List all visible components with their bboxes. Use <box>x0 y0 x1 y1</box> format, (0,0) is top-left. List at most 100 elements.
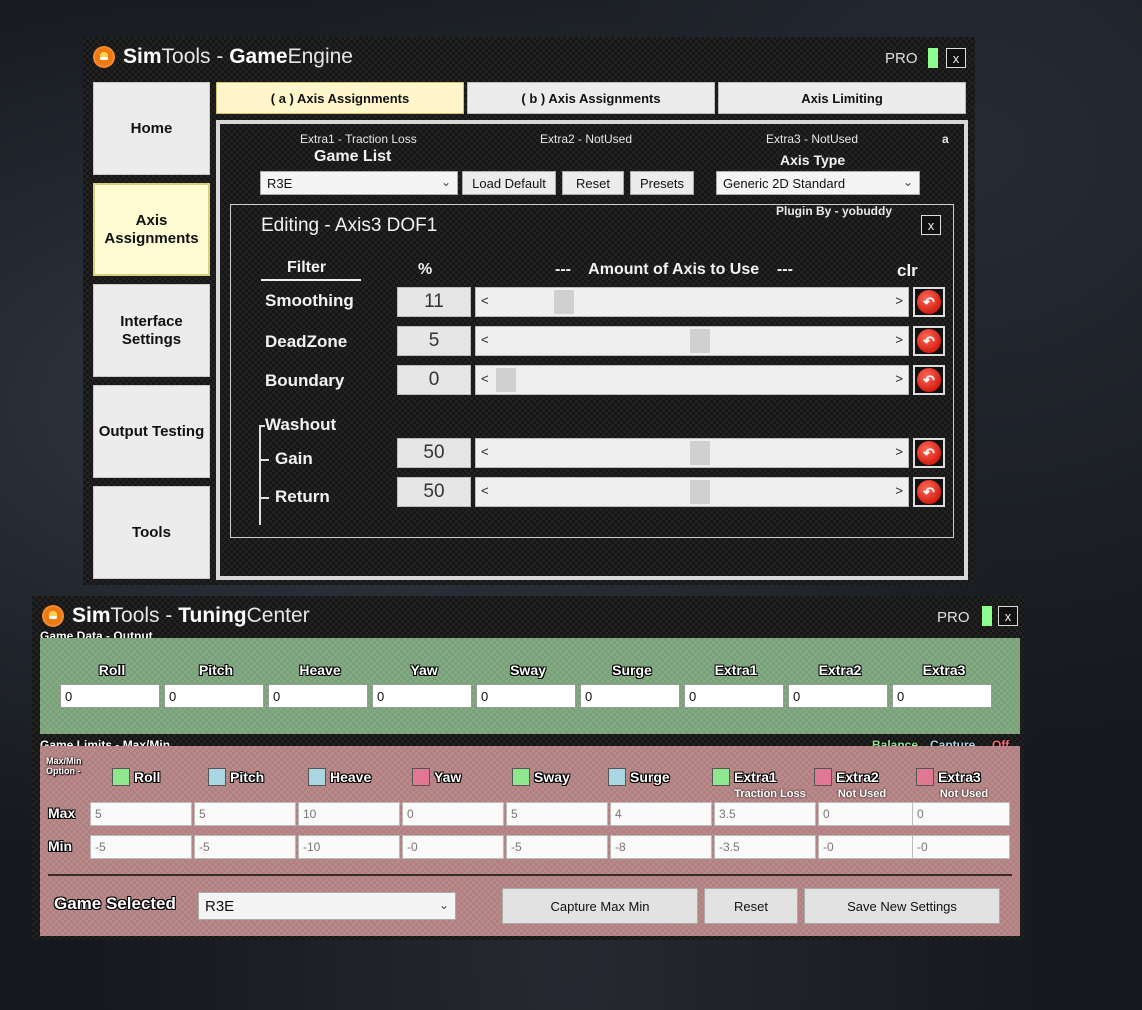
option-roll[interactable]: Roll <box>112 768 160 786</box>
deadzone-slider-thumb[interactable] <box>690 329 710 353</box>
sidebar-item-interface-settings[interactable]: Interface Settings <box>93 284 210 377</box>
max-sway-input[interactable]: 5 <box>506 802 608 826</box>
return-clear-button[interactable]: ↶ <box>913 477 945 507</box>
editor-title: Editing - Axis3 DOF1 <box>261 215 438 236</box>
tuning-reset-button[interactable]: Reset <box>704 888 798 924</box>
deadzone-value[interactable]: 5 <box>397 326 471 356</box>
max-extra1-input[interactable]: 3.5 <box>714 802 816 826</box>
option-extra2-color[interactable] <box>814 768 832 786</box>
output-extra3: 0 <box>892 684 992 708</box>
undo-icon: ↶ <box>917 441 941 465</box>
max-roll-input[interactable]: 5 <box>90 802 192 826</box>
option-extra1[interactable]: Extra1 <box>712 768 777 786</box>
smoothing-slider[interactable]: < > <box>475 287 909 317</box>
boundary-slider[interactable]: < > <box>475 365 909 395</box>
boundary-value[interactable]: 0 <box>397 365 471 395</box>
engine-close-button[interactable]: x <box>946 48 966 68</box>
option-surge[interactable]: Surge <box>608 768 670 786</box>
min-extra3-input[interactable]: -0 <box>912 835 1010 859</box>
clear-header: clr <box>897 261 918 280</box>
reset-button[interactable]: Reset <box>562 171 624 195</box>
min-yaw-input[interactable]: -0 <box>402 835 504 859</box>
option-roll-color[interactable] <box>112 768 130 786</box>
gain-slider-thumb[interactable] <box>690 441 710 465</box>
presets-button[interactable]: Presets <box>630 171 694 195</box>
axis-type-select[interactable]: Generic 2D Standard ⌄ <box>716 171 920 195</box>
min-surge-input[interactable]: -8 <box>610 835 712 859</box>
max-surge-input[interactable]: 4 <box>610 802 712 826</box>
boundary-label: Boundary <box>265 371 345 390</box>
chevron-right-icon[interactable]: > <box>895 293 903 308</box>
tuning-close-button[interactable]: x <box>998 606 1018 626</box>
smoothing-value[interactable]: 11 <box>397 287 471 317</box>
chevron-left-icon[interactable]: < <box>481 371 489 386</box>
max-heave-input[interactable]: 10 <box>298 802 400 826</box>
gain-clear-button[interactable]: ↶ <box>913 438 945 468</box>
capture-max-min-button[interactable]: Capture Max Min <box>502 888 698 924</box>
sidebar-item-output-testing[interactable]: Output Testing <box>93 385 210 478</box>
option-yaw-color[interactable] <box>412 768 430 786</box>
chevron-left-icon[interactable]: < <box>481 293 489 308</box>
option-pitch-color[interactable] <box>208 768 226 786</box>
gain-value[interactable]: 50 <box>397 438 471 468</box>
tab-axis-limiting[interactable]: Axis Limiting <box>718 82 966 114</box>
tuning-window-title: Sim Tools - Tuning Center <box>42 604 310 628</box>
tab-b-axis-assignments[interactable]: ( b ) Axis Assignments <box>467 82 715 114</box>
boundary-slider-thumb[interactable] <box>496 368 516 392</box>
return-slider-thumb[interactable] <box>690 480 710 504</box>
gain-slider[interactable]: < > <box>475 438 909 468</box>
option-sway[interactable]: Sway <box>512 768 570 786</box>
chevron-left-icon[interactable]: < <box>481 444 489 459</box>
chevron-right-icon[interactable]: > <box>895 444 903 459</box>
option-yaw[interactable]: Yaw <box>412 768 461 786</box>
game-list-select[interactable]: R3E ⌄ <box>260 171 458 195</box>
chevron-right-icon[interactable]: > <box>895 371 903 386</box>
pro-status-indicator <box>982 606 992 626</box>
chevron-right-icon[interactable]: > <box>895 332 903 347</box>
boundary-clear-button[interactable]: ↶ <box>913 365 945 395</box>
option-surge-color[interactable] <box>608 768 626 786</box>
chevron-left-icon[interactable]: < <box>481 332 489 347</box>
min-extra2-input[interactable]: -0 <box>818 835 920 859</box>
option-pitch[interactable]: Pitch <box>208 768 264 786</box>
return-value[interactable]: 50 <box>397 477 471 507</box>
max-extra3-input[interactable]: 0 <box>912 802 1010 826</box>
min-sway-input[interactable]: -5 <box>506 835 608 859</box>
output-header-heave: Heave <box>299 662 341 678</box>
sidebar-item-tools[interactable]: Tools <box>93 486 210 579</box>
option-heave[interactable]: Heave <box>308 768 371 786</box>
sidebar-item-axis-assignments[interactable]: Axis Assignments <box>93 183 210 276</box>
load-default-button[interactable]: Load Default <box>462 171 556 195</box>
engine-window-title: Sim Tools - Game Engine <box>93 45 353 69</box>
min-extra1-input[interactable]: -3.5 <box>714 835 816 859</box>
deadzone-clear-button[interactable]: ↶ <box>913 326 945 356</box>
max-extra2-input[interactable]: 0 <box>818 802 920 826</box>
option-extra2[interactable]: Extra2 <box>814 768 879 786</box>
limits-divider <box>48 874 1012 876</box>
deadzone-slider[interactable]: < > <box>475 326 909 356</box>
option-heave-color[interactable] <box>308 768 326 786</box>
max-yaw-input[interactable]: 0 <box>402 802 504 826</box>
sidebar-item-home[interactable]: Home <box>93 82 210 175</box>
smoothing-clear-button[interactable]: ↶ <box>913 287 945 317</box>
return-slider[interactable]: < > <box>475 477 909 507</box>
output-surge: 0 <box>580 684 680 708</box>
chevron-left-icon[interactable]: < <box>481 483 489 498</box>
max-pitch-input[interactable]: 5 <box>194 802 296 826</box>
min-heave-input[interactable]: -10 <box>298 835 400 859</box>
option-extra3-color[interactable] <box>916 768 934 786</box>
chevron-down-icon: ⌄ <box>440 175 451 189</box>
option-sway-color[interactable] <box>512 768 530 786</box>
min-pitch-input[interactable]: -5 <box>194 835 296 859</box>
tab-a-axis-assignments[interactable]: ( a ) Axis Assignments <box>216 82 464 114</box>
output-header-sway: Sway <box>510 662 546 678</box>
min-roll-input[interactable]: -5 <box>90 835 192 859</box>
game-selected-label: Game Selected <box>54 894 176 913</box>
chevron-right-icon[interactable]: > <box>895 483 903 498</box>
editor-close-button[interactable]: x <box>921 215 941 235</box>
option-extra1-color[interactable] <box>712 768 730 786</box>
option-extra3[interactable]: Extra3 <box>916 768 981 786</box>
smoothing-slider-thumb[interactable] <box>554 290 575 314</box>
save-new-settings-button[interactable]: Save New Settings <box>804 888 1000 924</box>
game-selected-select[interactable]: R3E ⌄ <box>198 892 456 920</box>
